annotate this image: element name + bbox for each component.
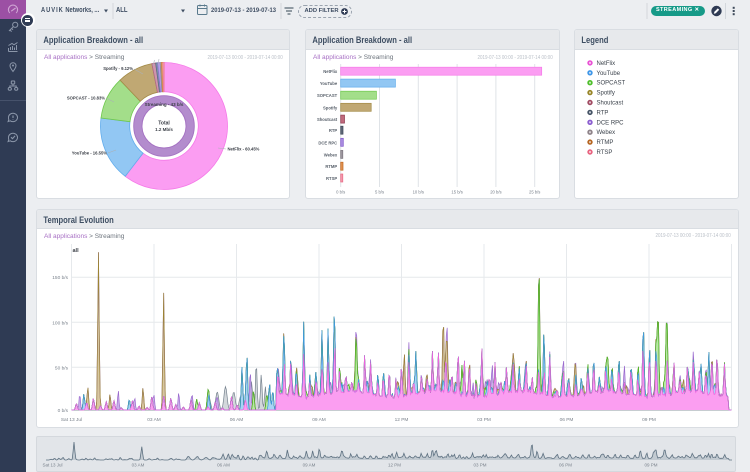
svg-text:YouTube: YouTube <box>597 71 621 77</box>
svg-text:all: all <box>73 248 80 254</box>
svg-text:100 b/s: 100 b/s <box>52 320 68 326</box>
svg-text:RTSP: RTSP <box>597 150 613 156</box>
svg-text:06 AM: 06 AM <box>217 463 230 468</box>
svg-text:RTMP: RTMP <box>325 164 337 169</box>
svg-text:06 PM: 06 PM <box>559 463 572 468</box>
svg-text:Spotify: Spotify <box>323 105 338 110</box>
svg-text:10 b/s: 10 b/s <box>413 190 424 195</box>
svg-text:Webex: Webex <box>597 130 616 136</box>
svg-text:50 b/s: 50 b/s <box>55 365 69 371</box>
svg-text:Spotify - 9.12%: Spotify - 9.12% <box>103 66 133 71</box>
svg-text:YouTube: YouTube <box>320 81 338 86</box>
svg-text:03 AM: 03 AM <box>132 463 145 468</box>
svg-text:12 PM: 12 PM <box>395 417 409 423</box>
svg-text:06 PM: 06 PM <box>560 417 574 423</box>
svg-text:NetFlix - 60.45%: NetFlix - 60.45% <box>228 147 260 152</box>
svg-text:15 b/s: 15 b/s <box>451 190 462 195</box>
svg-text:03 PM: 03 PM <box>477 417 491 423</box>
svg-text:150 b/s: 150 b/s <box>52 275 68 281</box>
svg-text:DCE RPC: DCE RPC <box>597 120 625 126</box>
svg-text:YouTube - 16.55%: YouTube - 16.55% <box>72 151 107 156</box>
svg-text:1.2 Mb/s: 1.2 Mb/s <box>155 127 173 132</box>
svg-text:Sat 13 Jul: Sat 13 Jul <box>42 463 62 468</box>
svg-text:09 AM: 09 AM <box>303 463 316 468</box>
svg-text:0 b/s: 0 b/s <box>336 190 345 195</box>
svg-text:Webex: Webex <box>324 152 338 157</box>
svg-text:RTSP: RTSP <box>326 176 337 181</box>
svg-text:SOPCAST - 10.83%: SOPCAST - 10.83% <box>67 96 105 101</box>
svg-text:NetFlix: NetFlix <box>597 61 616 67</box>
svg-text:SOPCAST: SOPCAST <box>317 93 338 98</box>
svg-text:NetFlix: NetFlix <box>323 69 338 74</box>
svg-text:12 PM: 12 PM <box>388 463 401 468</box>
svg-text:03 PM: 03 PM <box>473 463 486 468</box>
svg-text:5 b/s: 5 b/s <box>375 190 384 195</box>
svg-text:DCE RPC: DCE RPC <box>318 140 337 145</box>
svg-text:RTP: RTP <box>597 110 609 116</box>
svg-text:Sat 13 Jul: Sat 13 Jul <box>61 417 82 423</box>
svg-text:03 AM: 03 AM <box>147 417 161 423</box>
svg-text:Spotify: Spotify <box>597 91 615 97</box>
svg-text:09 PM: 09 PM <box>644 463 657 468</box>
svg-text:Total: Total <box>158 121 170 127</box>
svg-text:0 b/s: 0 b/s <box>58 408 69 414</box>
svg-text:Shoutcast: Shoutcast <box>317 117 338 122</box>
svg-text:SOPCAST: SOPCAST <box>597 81 626 87</box>
svg-text:RTP: RTP <box>329 128 338 133</box>
svg-text:09 PM: 09 PM <box>642 417 656 423</box>
svg-text:Streaming - 43 b/s: Streaming - 43 b/s <box>145 102 184 107</box>
svg-text:Shoutcast: Shoutcast <box>597 101 624 107</box>
svg-text:20 b/s: 20 b/s <box>490 190 501 195</box>
svg-text:RTMP: RTMP <box>597 140 614 146</box>
svg-text:09 AM: 09 AM <box>312 417 326 423</box>
svg-text:06 AM: 06 AM <box>230 417 244 423</box>
svg-text:25 b/s: 25 b/s <box>529 190 540 195</box>
